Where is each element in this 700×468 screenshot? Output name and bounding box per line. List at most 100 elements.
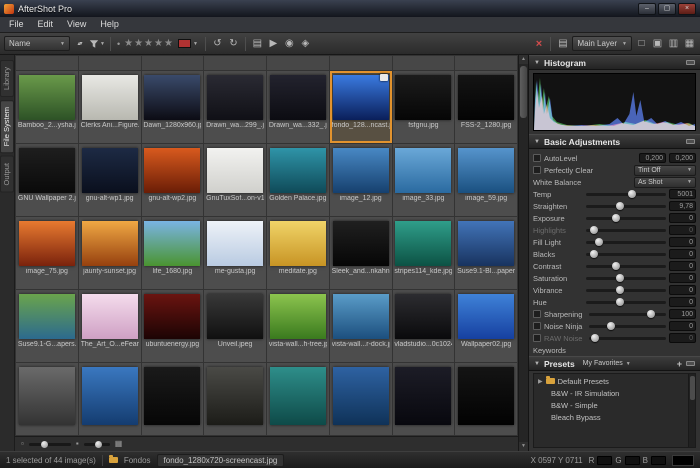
thumbnail-cell[interactable]: vista-wall...r-dock.jpg <box>330 290 392 362</box>
thumbnail-cell[interactable]: life_1680.jpg <box>142 217 204 289</box>
thumbnail-cell[interactable] <box>79 56 141 70</box>
layer-select[interactable]: Main Layer ▼ <box>572 36 632 51</box>
thumbnail-cell[interactable] <box>455 363 517 435</box>
noise-ninja-value[interactable]: 0 <box>669 321 696 331</box>
slider-handle[interactable] <box>616 286 624 294</box>
scrollbar-thumb[interactable] <box>520 66 527 118</box>
raw-noise-value[interactable]: 0 <box>669 333 696 343</box>
monitor-icon[interactable]: □ <box>635 36 648 51</box>
add-preset-button[interactable]: + <box>677 359 682 369</box>
autolevel-low-value[interactable]: 0,200 <box>639 153 666 163</box>
thumbnail-cell[interactable]: Drawn_wa...299_.jpg <box>204 71 266 143</box>
white-balance-select[interactable]: As Shot ▼ <box>634 177 696 188</box>
grid-view-icon[interactable]: ▦ <box>683 36 696 51</box>
collapse-icon[interactable]: ▼ <box>534 60 540 66</box>
thumbnail-cell[interactable]: image_12.jpg <box>330 144 392 216</box>
slider-handle[interactable] <box>628 190 636 198</box>
saturation-value[interactable]: 0 <box>669 273 696 283</box>
star-icon[interactable]: ★ <box>134 38 143 49</box>
slider-handle[interactable] <box>41 441 48 448</box>
star-rating[interactable]: ★★★★★ <box>124 38 173 49</box>
preset-item[interactable]: B&W - IR Simulation <box>534 387 695 399</box>
hue-slider[interactable] <box>586 301 666 304</box>
thumbnail-cell[interactable]: gnu-alt-wp1.jpg <box>79 144 141 216</box>
image-icon[interactable]: ▤ <box>251 36 264 51</box>
color-label-button[interactable]: ▼ <box>176 37 200 51</box>
thumbnail-cell[interactable]: Unveil.jpeg <box>204 290 266 362</box>
no-rating-dot[interactable]: • <box>116 39 121 49</box>
tint-select[interactable]: Tint Off ▼ <box>634 165 696 176</box>
menu-edit[interactable]: Edit <box>31 17 61 32</box>
sharpening-checkbox[interactable] <box>533 310 541 318</box>
thumbnail-cell[interactable]: fsfgnu.jpg <box>393 71 455 143</box>
star-icon[interactable]: ★ <box>164 38 173 49</box>
sort-field-select[interactable]: Name ▼ <box>4 36 70 51</box>
thumbnail-cell[interactable]: GnuTuxSof...on-v1.jpg <box>204 144 266 216</box>
thumbnail-cell[interactable] <box>16 56 78 70</box>
thumbnail-size-slider[interactable] <box>29 443 71 446</box>
slider-handle[interactable] <box>616 298 624 306</box>
sidebar-tab-file-system[interactable]: File System <box>0 100 14 153</box>
pin-icon[interactable] <box>686 60 695 65</box>
thumbnail-cell[interactable] <box>393 363 455 435</box>
autolevel-high-value[interactable]: 0,200 <box>669 153 696 163</box>
thumbnail-cell[interactable]: jaunty-sunset.jpg <box>79 217 141 289</box>
export-icon[interactable]: ◈ <box>299 36 312 51</box>
thumbnail-cell[interactable] <box>79 363 141 435</box>
perfectly-clear-checkbox[interactable] <box>533 166 541 174</box>
preset-item[interactable]: Bleach Bypass <box>534 411 695 423</box>
scrollbar-thumb[interactable] <box>690 376 695 400</box>
keywords-row[interactable]: Keywords <box>533 344 696 356</box>
pin-icon[interactable] <box>686 361 695 366</box>
menu-file[interactable]: File <box>2 17 31 32</box>
thumbnail-cell[interactable]: GNU Wallpaper 2.jpg <box>16 144 78 216</box>
slider-handle[interactable] <box>591 334 599 342</box>
grid-toggle-icon[interactable]: ▦ <box>115 437 123 451</box>
menu-help[interactable]: Help <box>93 17 126 32</box>
histogram-header[interactable]: ▼ Histogram <box>529 55 700 70</box>
slider-handle[interactable] <box>590 250 598 258</box>
scroll-down-icon[interactable]: ▼ <box>519 442 528 451</box>
thumbnail-cell[interactable]: meditate.jpg <box>267 217 329 289</box>
slider-handle[interactable] <box>616 274 624 282</box>
contrast-slider[interactable] <box>586 265 666 268</box>
blacks-value[interactable]: 0 <box>669 249 696 259</box>
slider-handle[interactable] <box>607 322 615 330</box>
rotate-left-icon[interactable]: ↺ <box>211 36 224 51</box>
thumbnail-cell[interactable]: stripes114_kde.jpg <box>393 217 455 289</box>
scroll-up-icon[interactable]: ▲ <box>519 55 528 64</box>
thumbnail-cell[interactable] <box>142 56 204 70</box>
collapse-icon[interactable]: ▼ <box>534 139 540 145</box>
blacks-slider[interactable] <box>586 253 666 256</box>
thumbnail-cell[interactable]: gnu-alt-wp2.jpg <box>142 144 204 216</box>
hue-value[interactable]: 0 <box>669 297 696 307</box>
straighten-value[interactable]: 9,78 <box>669 201 696 211</box>
exposure-slider[interactable] <box>586 217 666 220</box>
thumbnail-cell[interactable]: Wallpaper02.jpg <box>455 290 517 362</box>
thumbnail-cell[interactable]: vladstudio...0c1024.jpg <box>393 290 455 362</box>
filter-icon[interactable]: ▼ <box>89 36 105 51</box>
basic-adjustments-header[interactable]: ▼ Basic Adjustments <box>529 134 700 149</box>
thumbnail-cell[interactable]: Drawn_wa...332_.jpg <box>267 71 329 143</box>
straighten-slider[interactable] <box>586 205 666 208</box>
minimize-button[interactable]: – <box>638 3 656 15</box>
thumbnail-cell[interactable] <box>330 363 392 435</box>
split-view-icon[interactable]: ▥ <box>667 36 680 51</box>
noise-ninja-checkbox[interactable] <box>533 322 541 330</box>
favorites-select[interactable]: My Favorites ▼ <box>583 360 631 367</box>
thumbnail-cell[interactable] <box>267 363 329 435</box>
rotate-right-icon[interactable]: ↻ <box>227 36 240 51</box>
close-button[interactable]: × <box>678 3 696 15</box>
temp-value[interactable]: 5001 <box>669 189 696 199</box>
thumbnail-cell[interactable]: ubuntuenergy.jpg <box>142 290 204 362</box>
thumbnail-cell[interactable]: Sleek_and...nkahn.jpg <box>330 217 392 289</box>
thumbnail-cell[interactable]: image_33.jpg <box>393 144 455 216</box>
collapse-icon[interactable]: ▼ <box>534 361 540 367</box>
thumbnail-cell[interactable]: Clerks Ani...Figure.jpg <box>79 71 141 143</box>
layers-icon[interactable]: ▤ <box>556 36 569 51</box>
fill-light-value[interactable]: 0 <box>669 237 696 247</box>
pin-icon[interactable] <box>686 139 695 144</box>
thumbnail-cell[interactable] <box>142 363 204 435</box>
thumbnail-cell[interactable] <box>267 56 329 70</box>
camera-icon[interactable]: ◉ <box>283 36 296 51</box>
